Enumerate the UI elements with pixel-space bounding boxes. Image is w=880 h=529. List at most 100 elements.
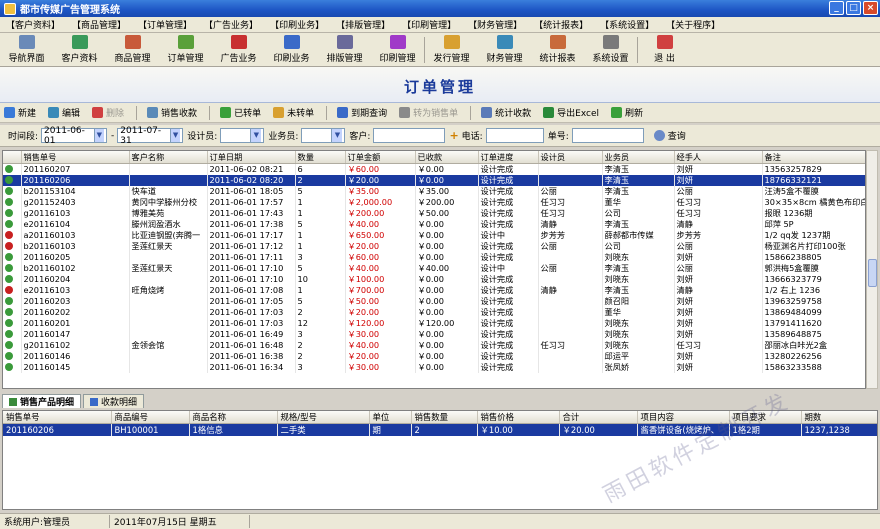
column-header[interactable]: 客户名称: [129, 151, 208, 164]
table-row[interactable]: e20116104 滕州润盈酒水 2011-06-01 17:38 5 ￥40.00 ￥0…: [3, 218, 865, 230]
toolbar-button[interactable]: 排版管理: [318, 33, 371, 66]
action-button[interactable]: 已转单: [220, 106, 261, 119]
date-from-picker[interactable]: 2011-06-01 ▼: [41, 126, 108, 146]
action-button[interactable]: 编辑: [48, 106, 80, 119]
toolbar-button[interactable]: 商品管理: [106, 33, 159, 66]
table-row[interactable]: 201160206 2011-06-02 08:20 2 ￥20.00 ￥0.00 设计完…: [3, 174, 865, 186]
column-header[interactable]: 项目内容: [637, 411, 730, 424]
column-header[interactable]: 业务员: [602, 151, 675, 164]
toolbar-button[interactable]: 系统设置: [584, 33, 637, 66]
table-row[interactable]: 201160205 2011-06-01 17:11 3 ￥60.00 ￥0.00 设计完…: [3, 251, 865, 263]
menu-item[interactable]: 【财务管理】: [462, 18, 528, 31]
table-row[interactable]: 201160201 2011-06-01 17:03 12 ￥120.00 ￥120.0…: [3, 317, 865, 329]
table-row[interactable]: a201160103 比亚迪钢盟(奔腾一 2011-06-01 17:17 1 ￥650…: [3, 229, 865, 241]
column-header[interactable]: 经手人: [674, 151, 763, 164]
column-header[interactable]: 销售单号: [21, 151, 130, 164]
action-button[interactable]: 删除: [92, 106, 124, 119]
column-header[interactable]: 数量: [295, 151, 346, 164]
order-no-input[interactable]: [571, 128, 644, 143]
action-button[interactable]: 导出Excel: [543, 106, 599, 119]
column-header[interactable]: 规格/型号: [277, 411, 370, 424]
toolbar-button[interactable]: 退 出: [638, 33, 691, 66]
action-button[interactable]: 未转单: [273, 106, 314, 119]
column-header[interactable]: 销售单号: [3, 411, 112, 424]
toolbar-button[interactable]: 财务管理: [478, 33, 531, 66]
table-row[interactable]: b201160103 圣莲红景天 2011-06-01 17:12 1 ￥20.00 ￥0…: [3, 240, 865, 252]
date-to-picker[interactable]: 2011-07-31 ▼: [117, 126, 184, 146]
tab-payment-details[interactable]: 收款明细: [83, 394, 145, 408]
table-row[interactable]: g20116103 博雅美苑 2011-06-01 17:43 1 ￥200.00 ￥50…: [3, 207, 865, 219]
query-button[interactable]: 查询: [653, 129, 686, 142]
toolbar-button[interactable]: 统计报表: [531, 33, 584, 66]
chevron-down-icon[interactable]: ▼: [331, 129, 343, 142]
column-header[interactable]: 商品名称: [189, 411, 278, 424]
menu-item[interactable]: 【统计报表】: [528, 18, 594, 31]
action-button[interactable]: 统计收款: [481, 106, 531, 119]
maximize-button[interactable]: □: [846, 1, 861, 15]
action-button[interactable]: 销售收款: [147, 106, 197, 119]
action-button[interactable]: 转为销售单: [399, 106, 458, 119]
menu-item[interactable]: 【排版管理】: [330, 18, 396, 31]
column-header[interactable]: 销售数量: [411, 411, 478, 424]
table-row[interactable]: 201160204 2011-06-01 17:10 10 ￥100.00 ￥0.00 设…: [3, 273, 865, 285]
toolbar-button[interactable]: 发行管理: [425, 33, 478, 66]
toolbar-button[interactable]: 订单管理: [159, 33, 212, 66]
table-row[interactable]: 201160207 2011-06-02 08:21 6 ￥60.00 ￥0.00 设计完…: [3, 163, 865, 175]
designer-select[interactable]: ▼: [220, 128, 265, 143]
orders-scrollbar[interactable]: [866, 150, 878, 389]
column-header[interactable]: [3, 151, 22, 164]
table-row[interactable]: 201160202 2011-06-01 17:03 2 ￥20.00 ￥0.00 设计完…: [3, 306, 865, 318]
column-header[interactable]: 项目要求: [729, 411, 802, 424]
table-row[interactable]: 201160147 2011-06-01 16:49 3 ￥30.00 ￥0.00 设计完…: [3, 328, 865, 340]
column-header[interactable]: 商品编号: [111, 411, 190, 424]
toolbar-button[interactable]: 印刷业务: [265, 33, 318, 66]
column-header[interactable]: 备注: [762, 151, 865, 164]
salesman-select[interactable]: ▼: [301, 128, 346, 143]
menu-item[interactable]: 【关于程序】: [660, 18, 726, 31]
tab-product-details[interactable]: 销售产品明细: [2, 394, 82, 408]
column-header[interactable]: 设计员: [538, 151, 603, 164]
table-row[interactable]: e20116103 旺角烧烤 2011-06-01 17:08 1 ￥700.00 ￥0.…: [3, 284, 865, 296]
chevron-down-icon[interactable]: ▼: [250, 129, 262, 142]
customer-input[interactable]: [373, 128, 446, 143]
action-button[interactable]: 刷新: [610, 106, 643, 119]
table-row[interactable]: b201160102 圣莲红景天 2011-06-01 17:10 5 ￥40.00 ￥4…: [3, 262, 865, 274]
column-header[interactable]: 合计: [559, 411, 638, 424]
close-button[interactable]: ×: [863, 1, 878, 15]
menu-item[interactable]: 【商品管理】: [66, 18, 132, 31]
toolbar-button[interactable]: 广告业务: [212, 33, 265, 66]
toolbar-button[interactable]: 导航界面: [0, 33, 53, 66]
table-row[interactable]: g201152403 黄冈中学滕州分校 2011-06-01 17:57 1 ￥2,00…: [3, 196, 865, 208]
menu-item[interactable]: 【客户资料】: [0, 18, 66, 31]
column-header[interactable]: 期数: [801, 411, 877, 424]
menu-item[interactable]: 【广告业务】: [198, 18, 264, 31]
action-button-label: 统计收款: [495, 109, 532, 119]
chevron-down-icon[interactable]: ▼: [169, 129, 181, 142]
table-cell: 滕州润盈酒水: [129, 218, 208, 230]
menu-item[interactable]: 【系统设置】: [594, 18, 660, 31]
table-row[interactable]: b201153104 快车道 2011-06-01 18:05 5 ￥35.00 ￥35.…: [3, 185, 865, 197]
menu-item[interactable]: 【印刷业务】: [264, 18, 330, 31]
scrollbar-thumb[interactable]: [868, 259, 877, 287]
action-button[interactable]: 新建: [4, 106, 36, 119]
column-header[interactable]: 销售价格: [477, 411, 560, 424]
minimize-button[interactable]: _: [829, 1, 844, 15]
table-row[interactable]: 201160146 2011-06-01 16:38 2 ￥20.00 ￥0.00 设计完…: [3, 350, 865, 362]
column-header[interactable]: 订单进度: [478, 151, 539, 164]
phone-input[interactable]: [485, 128, 544, 143]
action-button[interactable]: 到期查询: [337, 106, 387, 119]
table-row[interactable]: 201160203 2011-06-01 17:05 5 ￥50.00 ￥0.00 设计完…: [3, 295, 865, 307]
column-header[interactable]: 单位: [369, 411, 412, 424]
column-header[interactable]: 订单日期: [207, 151, 296, 164]
toolbar-button[interactable]: 客户资料: [53, 33, 106, 66]
menu-item[interactable]: 【订单管理】: [132, 18, 198, 31]
column-header[interactable]: 已收款: [415, 151, 479, 164]
menu-item[interactable]: 【印刷管理】: [396, 18, 462, 31]
table-row[interactable]: g20116102 金领会馆 2011-06-01 16:48 2 ￥40.00 ￥0.0…: [3, 339, 865, 351]
toolbar-button[interactable]: 印刷管理: [371, 33, 424, 66]
table-row[interactable]: 201160206 BH100001 1格信息 二手类期 2 ￥10.00 ￥20.00 酱香…: [3, 423, 877, 436]
chevron-down-icon[interactable]: ▼: [93, 129, 105, 142]
column-header[interactable]: 订单金额: [345, 151, 416, 164]
add-customer-icon[interactable]: +: [449, 129, 458, 142]
table-row[interactable]: 201160145 2011-06-01 16:34 3 ￥30.00 ￥0.00 设计完…: [3, 361, 865, 373]
